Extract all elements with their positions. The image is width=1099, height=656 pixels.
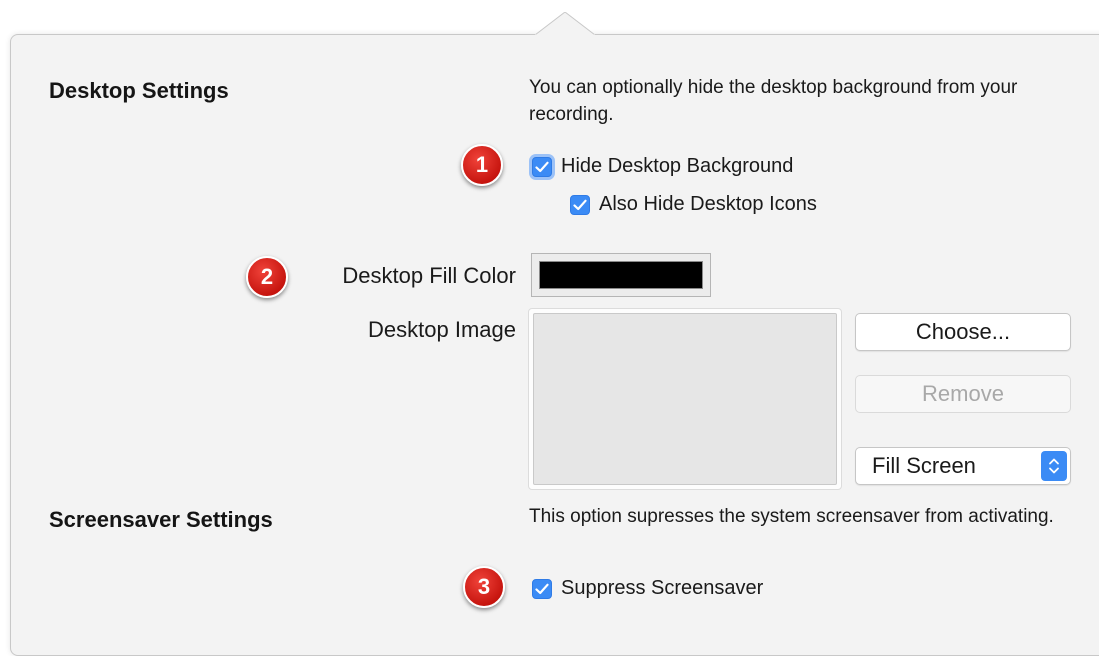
hide-desktop-background-checkbox[interactable]: Hide Desktop Background bbox=[532, 155, 793, 178]
suppress-screensaver-checkbox[interactable]: Suppress Screensaver bbox=[532, 577, 763, 600]
desktop-fill-color-well[interactable] bbox=[531, 253, 711, 297]
desktop-fill-color-label: Desktop Fill Color bbox=[342, 263, 516, 288]
checkbox-checked-icon bbox=[570, 194, 590, 215]
screensaver-settings-description: This option supresses the system screens… bbox=[529, 506, 1054, 527]
desktop-settings-title: Desktop Settings bbox=[49, 78, 229, 103]
hide-desktop-icons-label: Also Hide Desktop Icons bbox=[599, 193, 817, 215]
annotation-badge-3: 3 bbox=[463, 566, 505, 608]
desktop-settings-description: You can optionally hide the desktop back… bbox=[529, 77, 1018, 125]
desktop-image-label: Desktop Image bbox=[368, 317, 516, 342]
suppress-screensaver-label: Suppress Screensaver bbox=[561, 577, 764, 599]
hide-desktop-background-label: Hide Desktop Background bbox=[561, 155, 794, 177]
hide-desktop-icons-checkbox[interactable]: Also Hide Desktop Icons bbox=[570, 193, 817, 216]
fill-color-swatch bbox=[539, 261, 703, 289]
image-scaling-select[interactable]: Fill Screen bbox=[855, 447, 1071, 485]
desktop-image-preview bbox=[533, 313, 837, 485]
checkbox-checked-icon bbox=[532, 156, 552, 177]
checkbox-checked-icon bbox=[532, 578, 552, 599]
remove-image-button[interactable]: Remove bbox=[855, 375, 1071, 413]
choose-image-button[interactable]: Choose... bbox=[855, 313, 1071, 351]
annotation-badge-2: 2 bbox=[246, 256, 288, 298]
image-scaling-value: Fill Screen bbox=[872, 453, 976, 478]
annotation-badge-1: 1 bbox=[461, 144, 503, 186]
up-down-chevron-icon bbox=[1041, 451, 1067, 481]
screensaver-settings-title: Screensaver Settings bbox=[49, 507, 273, 532]
desktop-image-well[interactable] bbox=[528, 308, 842, 490]
